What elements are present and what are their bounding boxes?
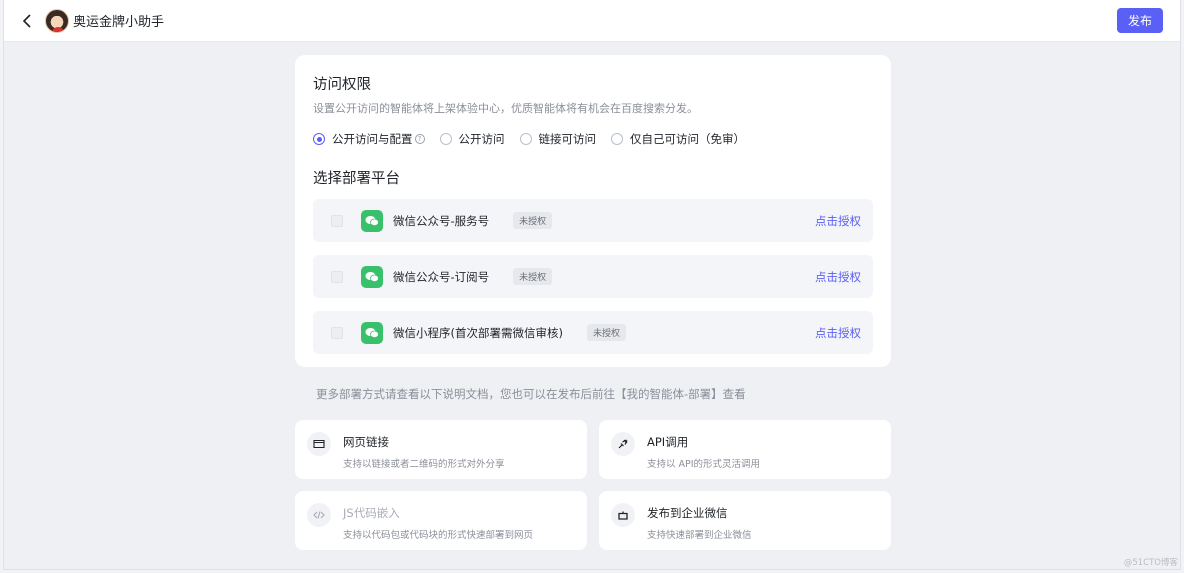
robot-icon xyxy=(611,503,635,527)
wechat-icon xyxy=(361,321,383,344)
agent-avatar xyxy=(45,8,69,33)
wechat-icon xyxy=(361,265,383,288)
platform-row-wechat-subscription: 微信公众号-订阅号 未授权 点击授权 xyxy=(313,255,873,298)
app-frame: 奥运金牌小助手 发布 访问权限 设置公开访问的智能体将上架体验中心，优质智能体将… xyxy=(3,0,1181,570)
deploy-js-embed[interactable]: JS代码嵌入 支持以代码包或代码块的形式快速部署到网页 xyxy=(295,491,587,550)
agent-name: 奥运金牌小助手 xyxy=(73,15,165,30)
access-description: 设置公开访问的智能体将上架体验中心，优质智能体将有机会在百度搜索分发。 xyxy=(313,102,698,115)
authorize-link[interactable]: 点击授权 xyxy=(815,325,861,341)
deploy-option-desc: 支持以 API的形式灵活调用 xyxy=(647,459,761,470)
platform-row-wechat-miniprogram: 微信小程序(首次部署需微信审核) 未授权 点击授权 xyxy=(313,311,873,354)
radio-link-access[interactable]: 链接可访问 xyxy=(519,131,597,147)
deploy-option-name: JS代码嵌入 xyxy=(343,506,400,520)
platform-row-wechat-service: 微信公众号-服务号 未授权 点击授权 xyxy=(313,199,873,242)
platform-name: 微信公众号-订阅号 xyxy=(393,269,490,284)
wechat-icon xyxy=(361,209,383,232)
platform-checkbox[interactable] xyxy=(331,270,343,283)
deploy-option-name: 网页链接 xyxy=(343,435,389,449)
radio-label: 公开访问与配置 xyxy=(332,132,413,146)
radio-dot xyxy=(439,133,452,145)
back-button[interactable] xyxy=(12,0,42,42)
radio-dot xyxy=(611,133,623,145)
deploy-api[interactable]: API调用 支持以 API的形式灵活调用 xyxy=(599,420,891,479)
top-bar: 奥运金牌小助手 发布 xyxy=(4,0,1180,42)
radio-label: 仅自己可访问（免审） xyxy=(630,132,745,146)
browser-window-icon xyxy=(307,432,331,456)
radio-label: 公开访问 xyxy=(458,132,505,146)
radio-dot xyxy=(519,133,532,145)
deploy-wecom[interactable]: 发布到企业微信 支持快速部署到企业微信 xyxy=(599,491,891,550)
deploy-option-name: 发布到企业微信 xyxy=(647,506,728,520)
platform-checkbox[interactable] xyxy=(331,214,343,227)
access-title: 访问权限 xyxy=(313,77,371,93)
radio-label: 链接可访问 xyxy=(538,132,597,146)
deploy-option-desc: 支持以代码包或代码块的形式快速部署到网页 xyxy=(343,530,534,541)
access-radio-group: 公开访问与配置 ? 公开访问 链接可访问 仅自己可访问（免审） xyxy=(313,131,873,147)
platform-name: 微信小程序(首次部署需微信审核) xyxy=(393,325,563,340)
authorize-link[interactable]: 点击授权 xyxy=(815,213,861,229)
radio-dot-selected xyxy=(313,133,325,145)
deploy-option-desc: 支持快速部署到企业微信 xyxy=(647,530,752,541)
radio-public[interactable]: 公开访问 xyxy=(439,131,505,147)
help-icon[interactable]: ? xyxy=(414,134,425,144)
plug-icon xyxy=(611,432,635,456)
code-icon xyxy=(307,503,331,527)
authorize-link[interactable]: 点击授权 xyxy=(815,269,861,285)
more-deploy-info: 更多部署方式请查看以下说明文档，您也可以在发布后前往【我的智能体-部署】查看 xyxy=(316,387,746,401)
platform-list: 微信公众号-服务号 未授权 点击授权 微信公众号-订阅号 未授权 点击授权 微信… xyxy=(313,199,873,354)
radio-public-config[interactable]: 公开访问与配置 ? xyxy=(313,131,425,147)
publish-button[interactable]: 发布 xyxy=(1117,8,1163,33)
watermark: @51CTO博客 xyxy=(1123,558,1178,568)
platform-checkbox[interactable] xyxy=(331,326,343,339)
publish-settings-card: 访问权限 设置公开访问的智能体将上架体验中心，优质智能体将有机会在百度搜索分发。… xyxy=(295,55,891,367)
deploy-option-desc: 支持以链接或者二维码的形式对外分享 xyxy=(343,459,505,470)
status-badge: 未授权 xyxy=(513,212,553,229)
platform-name: 微信公众号-服务号 xyxy=(393,213,490,228)
chevron-left-icon xyxy=(22,13,31,28)
platform-title: 选择部署平台 xyxy=(313,171,400,187)
status-badge: 未授权 xyxy=(513,268,553,285)
radio-private[interactable]: 仅自己可访问（免审） xyxy=(611,131,745,147)
deploy-web-link[interactable]: 网页链接 支持以链接或者二维码的形式对外分享 xyxy=(295,420,587,479)
status-badge: 未授权 xyxy=(586,324,626,341)
deploy-option-name: API调用 xyxy=(647,435,689,449)
